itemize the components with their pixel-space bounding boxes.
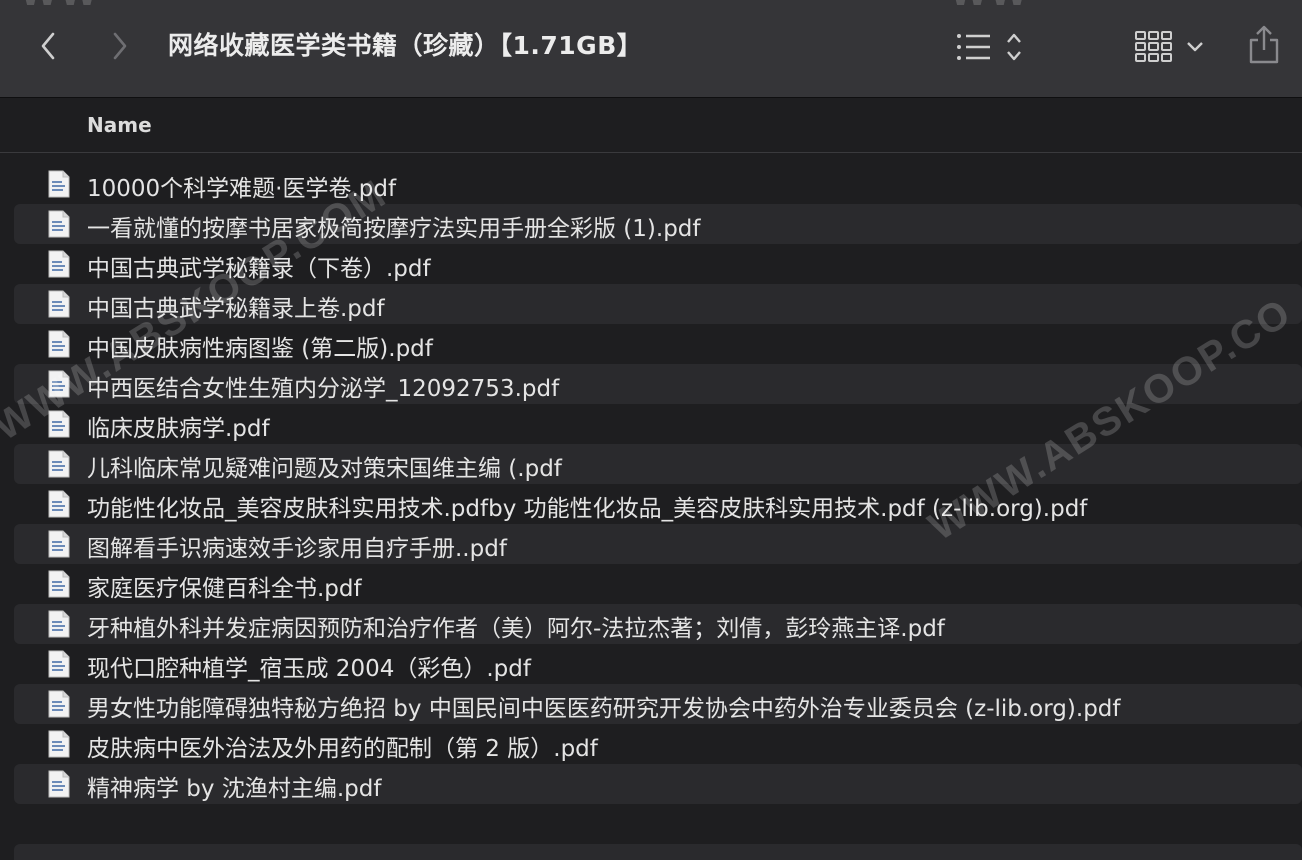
file-row[interactable]: 10000个科学难题·医学卷.pdf <box>14 164 1302 204</box>
finder-window: 网络收藏医学类书籍（珍藏）【1.71GB】 Name 10000个科学难题·医学… <box>0 0 1302 860</box>
pdf-file-icon <box>48 330 70 358</box>
pdf-file-icon <box>48 290 70 318</box>
file-name: 中国古典武学秘籍录上卷.pdf <box>87 296 385 322</box>
pdf-file-icon <box>48 530 70 558</box>
pdf-file-icon <box>48 370 70 398</box>
grid-view-button[interactable] <box>1134 28 1210 66</box>
file-name: 图解看手识病速效手诊家用自疗手册..pdf <box>87 536 507 562</box>
file-name: 中国皮肤病性病图鉴 (第二版).pdf <box>87 336 433 362</box>
list-sort-icon <box>957 33 1021 61</box>
file-row[interactable]: 图解看手识病速效手诊家用自疗手册..pdf <box>14 524 1302 564</box>
file-name: 临床皮肤病学.pdf <box>87 416 270 442</box>
file-row[interactable]: 皮肤病中医外治法及外用药的配制（第 2 版）.pdf <box>14 724 1302 764</box>
file-row[interactable]: 中西医结合女性生殖内分泌学_12092753.pdf <box>14 364 1302 404</box>
file-name: 儿科临床常见疑难问题及对策宋国维主编 (.pdf <box>87 456 562 482</box>
pdf-file-icon <box>48 610 70 638</box>
file-name: 一看就懂的按摩书居家极简按摩疗法实用手册全彩版 (1).pdf <box>87 216 701 242</box>
pdf-file-icon <box>48 210 70 238</box>
forward-button[interactable] <box>100 24 140 68</box>
file-row[interactable]: 临床皮肤病学.pdf <box>14 404 1302 444</box>
chevron-left-icon <box>41 32 55 60</box>
grid-view-icon <box>1135 31 1203 62</box>
file-name: 功能性化妆品_美容皮肤科实用技术.pdfby 功能性化妆品_美容皮肤科实用技术.… <box>87 496 1088 522</box>
file-row[interactable]: 一看就懂的按摩书居家极简按摩疗法实用手册全彩版 (1).pdf <box>14 204 1302 244</box>
pdf-file-icon <box>48 770 70 798</box>
file-row[interactable]: 中国古典武学秘籍录（下卷）.pdf <box>14 244 1302 284</box>
file-row[interactable]: 功能性化妆品_美容皮肤科实用技术.pdfby 功能性化妆品_美容皮肤科实用技术.… <box>14 484 1302 524</box>
file-list: 10000个科学难题·医学卷.pdf 一看就懂的按摩书居家极简按摩疗法实用手册全彩… <box>0 164 1302 804</box>
file-row[interactable]: 中国古典武学秘籍录上卷.pdf <box>14 284 1302 324</box>
window-title: 网络收藏医学类书籍（珍藏）【1.71GB】 <box>168 31 643 60</box>
file-row[interactable]: 精神病学 by 沈渔村主编.pdf <box>14 764 1302 804</box>
pdf-file-icon <box>48 410 70 438</box>
file-row[interactable]: 牙种植外科并发症病因预防和治疗作者（美）阿尔-法拉杰著；刘倩，彭玲燕主译.pdf <box>14 604 1302 644</box>
share-icon <box>1249 25 1279 64</box>
column-header: Name <box>0 98 1302 153</box>
pdf-file-icon <box>48 450 70 478</box>
file-name: 中国古典武学秘籍录（下卷）.pdf <box>87 256 431 282</box>
file-name: 精神病学 by 沈渔村主编.pdf <box>87 776 382 802</box>
list-sort-button[interactable] <box>954 30 1024 64</box>
pdf-file-icon <box>48 570 70 598</box>
file-name: 10000个科学难题·医学卷.pdf <box>87 176 397 202</box>
pdf-file-icon <box>48 650 70 678</box>
pdf-file-icon <box>48 730 70 758</box>
toolbar: 网络收藏医学类书籍（珍藏）【1.71GB】 <box>0 0 1302 98</box>
share-button[interactable] <box>1246 24 1282 66</box>
file-row[interactable]: 家庭医疗保健百科全书.pdf <box>14 564 1302 604</box>
pdf-file-icon <box>48 250 70 278</box>
chevron-right-icon <box>113 32 127 60</box>
file-name: 中西医结合女性生殖内分泌学_12092753.pdf <box>87 376 560 402</box>
file-row[interactable]: 儿科临床常见疑难问题及对策宋国维主编 (.pdf <box>14 444 1302 484</box>
pdf-file-icon <box>48 690 70 718</box>
empty-list-row <box>14 844 1302 860</box>
file-name: 牙种植外科并发症病因预防和治疗作者（美）阿尔-法拉杰著；刘倩，彭玲燕主译.pdf <box>87 616 945 642</box>
file-name: 家庭医疗保健百科全书.pdf <box>87 576 362 602</box>
file-row[interactable]: 男女性功能障碍独特秘方绝招 by 中国民间中医医药研究开发协会中药外治专业委员会… <box>14 684 1302 724</box>
file-row[interactable]: 现代口腔种植学_宿玉成 2004（彩色）.pdf <box>14 644 1302 684</box>
pdf-file-icon <box>48 170 70 198</box>
back-button[interactable] <box>28 24 68 68</box>
file-name: 男女性功能障碍独特秘方绝招 by 中国民间中医医药研究开发协会中药外治专业委员会… <box>87 696 1121 722</box>
file-name: 皮肤病中医外治法及外用药的配制（第 2 版）.pdf <box>87 736 598 762</box>
file-row[interactable]: 中国皮肤病性病图鉴 (第二版).pdf <box>14 324 1302 364</box>
pdf-file-icon <box>48 490 70 518</box>
file-name: 现代口腔种植学_宿玉成 2004（彩色）.pdf <box>87 656 531 682</box>
name-column-header[interactable]: Name <box>87 113 152 137</box>
